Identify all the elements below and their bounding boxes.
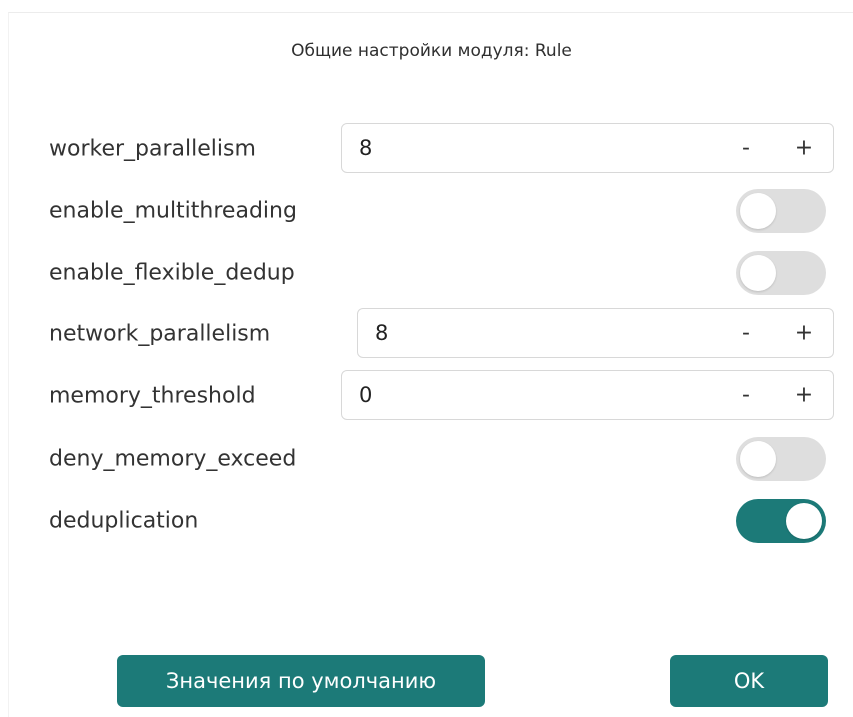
network-parallelism-value[interactable]: 8 — [375, 321, 388, 345]
dialog-title: Общие настройки модуля: Rule — [291, 41, 572, 61]
memory-threshold-stepper[interactable]: 0 - + — [341, 370, 834, 420]
network-parallelism-increment-button[interactable]: + — [793, 321, 815, 346]
enable-flexible-dedup-label: enable_flexible_dedup — [49, 260, 295, 286]
setting-row-deny-memory-exceed: deny_memory_exceed — [49, 433, 839, 485]
deduplication-label: deduplication — [49, 508, 199, 534]
deduplication-toggle[interactable] — [736, 499, 826, 543]
enable-multithreading-toggle[interactable] — [736, 189, 826, 233]
memory-threshold-value[interactable]: 0 — [359, 383, 372, 407]
restore-defaults-button[interactable]: Значения по умолчанию — [117, 655, 485, 707]
deny-memory-exceed-label: deny_memory_exceed — [49, 446, 297, 472]
memory-threshold-decrement-button[interactable]: - — [735, 383, 757, 408]
setting-row-worker-parallelism: worker_parallelism 8 - + — [49, 123, 839, 175]
network-parallelism-decrement-button[interactable]: - — [735, 321, 757, 346]
setting-row-enable-multithreading: enable_multithreading — [49, 185, 839, 237]
network-parallelism-label: network_parallelism — [49, 321, 271, 347]
memory-threshold-increment-button[interactable]: + — [793, 383, 815, 408]
toggle-knob — [740, 255, 776, 291]
worker-parallelism-increment-button[interactable]: + — [793, 136, 815, 161]
toggle-knob — [740, 193, 776, 229]
memory-threshold-label: memory_threshold — [49, 383, 256, 409]
setting-row-deduplication: deduplication — [49, 495, 839, 547]
settings-dialog: Общие настройки модуля: Rule worker_para… — [8, 12, 853, 717]
setting-row-network-parallelism: network_parallelism 8 - + — [49, 308, 839, 360]
enable-flexible-dedup-toggle[interactable] — [736, 251, 826, 295]
deny-memory-exceed-toggle[interactable] — [736, 437, 826, 481]
worker-parallelism-value[interactable]: 8 — [359, 136, 372, 160]
toggle-knob — [786, 503, 822, 539]
network-parallelism-stepper[interactable]: 8 - + — [357, 308, 834, 358]
setting-row-enable-flexible-dedup: enable_flexible_dedup — [49, 247, 839, 299]
toggle-knob — [740, 441, 776, 477]
worker-parallelism-decrement-button[interactable]: - — [735, 136, 757, 161]
worker-parallelism-label: worker_parallelism — [49, 136, 256, 162]
setting-row-memory-threshold: memory_threshold 0 - + — [49, 370, 839, 422]
ok-button[interactable]: OK — [670, 655, 828, 707]
worker-parallelism-stepper[interactable]: 8 - + — [341, 123, 834, 173]
enable-multithreading-label: enable_multithreading — [49, 198, 297, 224]
